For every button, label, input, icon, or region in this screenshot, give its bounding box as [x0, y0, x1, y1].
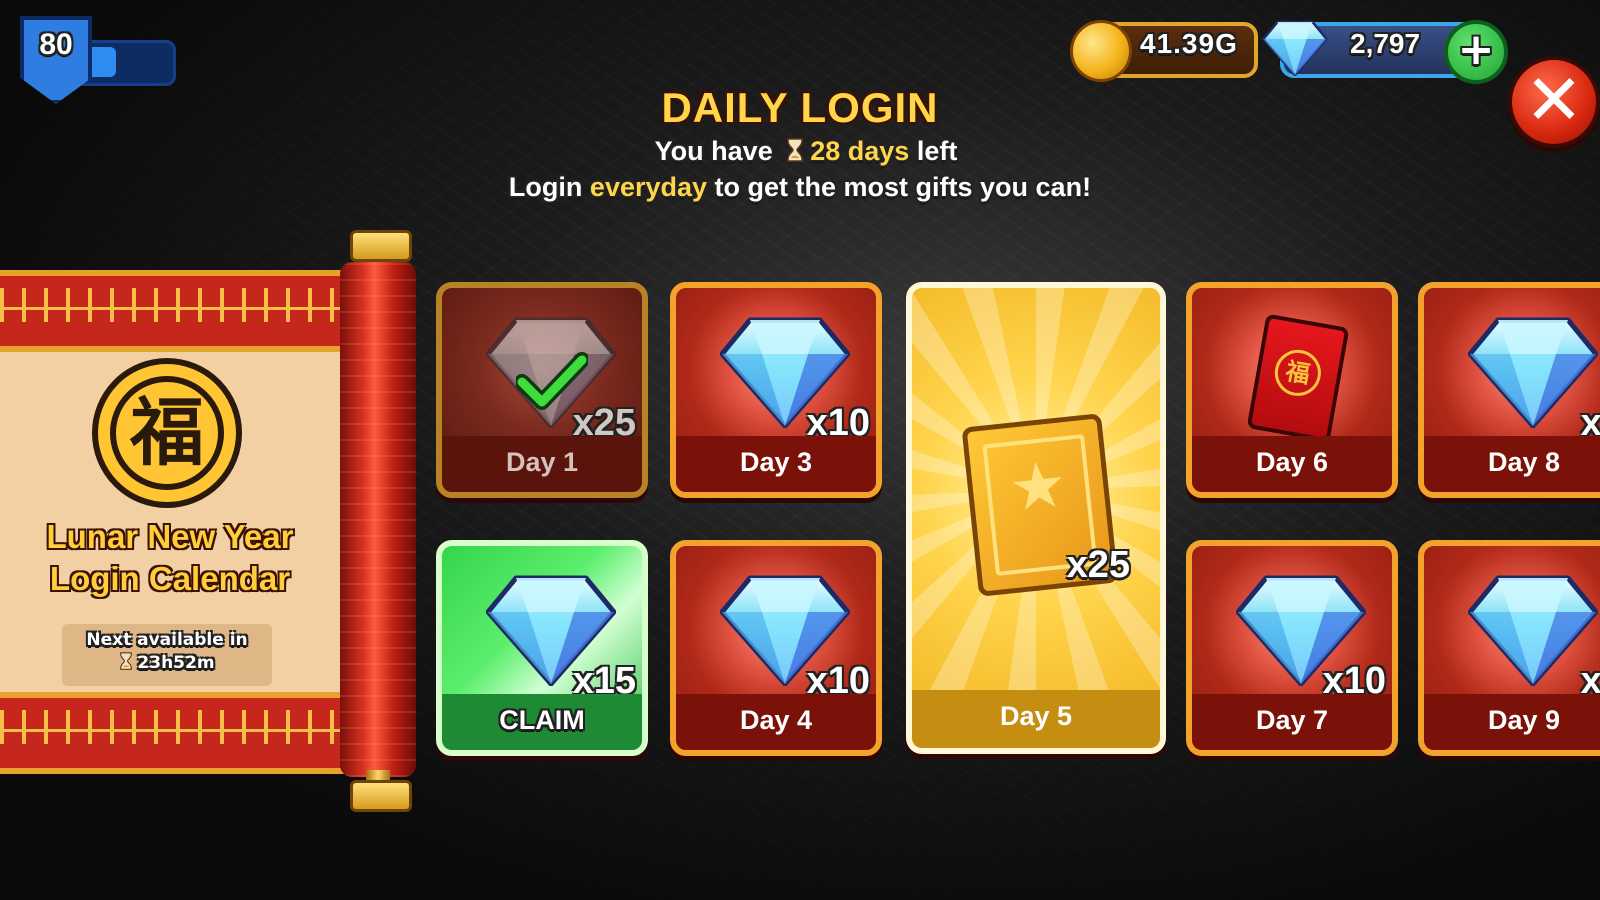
next-available-box: Next available in 23h52m [62, 624, 272, 686]
day-label: Day 4 [676, 694, 876, 750]
diamond-icon [1468, 574, 1598, 686]
next-available-time: 23h52m [137, 653, 215, 673]
days-left-prefix: You have [654, 136, 773, 166]
day-card-2-claim[interactable]: x15 CLAIM [436, 540, 648, 756]
day-label: Day 1 [442, 436, 642, 492]
reward-quantity: x25 [1066, 544, 1130, 586]
day-label: Day 6 [1192, 436, 1392, 492]
diamond-icon [1262, 20, 1328, 76]
scroll-top-pattern [0, 270, 350, 352]
days-left-text: You have 28 days left [0, 136, 1600, 167]
roller-knob-top [350, 230, 412, 262]
day-card-6[interactable]: 福 Day 6 [1186, 282, 1398, 498]
calendar-title: Lunar New Year Login Calendar [0, 516, 340, 600]
hourglass-icon [119, 652, 133, 670]
coin-icon [1070, 20, 1132, 82]
next-available-label: Next available in [86, 630, 248, 650]
next-available-time-row: 23h52m [62, 652, 272, 673]
claim-button[interactable]: CLAIM [442, 694, 642, 750]
days-left-value: 28 days [810, 136, 910, 166]
login-hint-prefix: Login [508, 172, 583, 202]
diamond-icon [1468, 316, 1598, 428]
scroll-roller [340, 262, 416, 777]
fortune-symbol-icon: 福 [92, 358, 242, 508]
day-label: Day 7 [1192, 694, 1392, 750]
xp-bar [82, 40, 176, 86]
gem-amount: 2,797 [1350, 28, 1421, 59]
scroll-bottom-pattern [0, 692, 350, 774]
day-card-3[interactable]: x10 Day 3 [670, 282, 882, 498]
day-label: Day 8 [1424, 436, 1600, 492]
day-card-4[interactable]: x10 Day 4 [670, 540, 882, 756]
hourglass-icon [786, 138, 804, 162]
roller-knob-bottom [350, 780, 412, 812]
day-label: Day 5 [912, 690, 1160, 748]
login-hint-highlight: everyday [589, 172, 708, 202]
day-card-7[interactable]: x10 Day 7 [1186, 540, 1398, 756]
add-gems-button[interactable]: + [1444, 20, 1508, 84]
day-label: Day 3 [676, 436, 876, 492]
day-card-5-featured[interactable]: ★ x25 Day 5 [906, 282, 1166, 754]
page-title: DAILY LOGIN [661, 84, 939, 131]
login-hint-text: Login everyday to get the most gifts you… [0, 172, 1600, 203]
day-label: Day 9 [1424, 694, 1600, 750]
calendar-title-line1: Lunar New Year [46, 518, 294, 555]
day-card-9[interactable]: x10 Day 9 [1418, 540, 1600, 756]
days-left-suffix: left [916, 136, 958, 166]
login-hint-suffix: to get the most gifts you can! [714, 172, 1092, 202]
day-card-1[interactable]: x25 Day 1 [436, 282, 648, 498]
red-envelope-icon: 福 [1246, 313, 1350, 443]
coin-amount: 41.39G [1140, 28, 1238, 59]
plus-icon: + [1457, 24, 1495, 75]
player-level: 80 [39, 28, 73, 61]
calendar-title-line2: Login Calendar [49, 560, 291, 597]
day-card-8[interactable]: x10 Day 8 [1418, 282, 1600, 498]
